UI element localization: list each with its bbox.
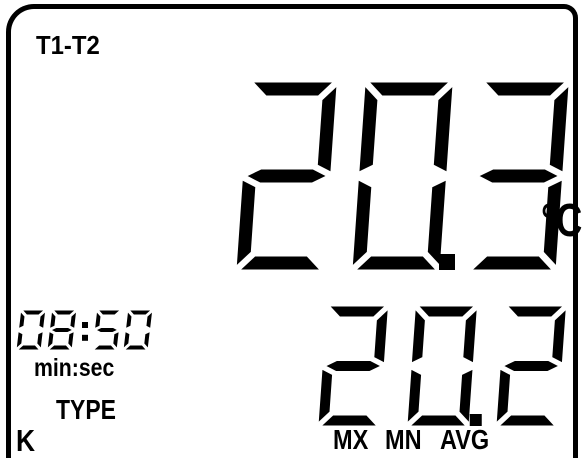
secondary-reading	[317, 305, 567, 427]
segment-d	[238, 255, 322, 271]
colon-dot	[82, 334, 88, 341]
segment-f	[93, 310, 102, 330]
segment-e	[406, 368, 423, 425]
segment-a	[251, 81, 335, 97]
segment-d	[354, 255, 438, 271]
decimal-point	[439, 254, 455, 270]
segment-c	[143, 330, 151, 350]
segment-g	[245, 168, 328, 184]
segment-a	[328, 305, 387, 318]
segment-c	[36, 330, 44, 350]
segment-d	[497, 414, 557, 427]
segment-a	[21, 309, 46, 316]
digit-0	[406, 305, 478, 427]
segment-b	[548, 84, 570, 173]
timer-unit-label: min:sec	[34, 354, 115, 382]
segment-a	[417, 305, 476, 318]
digit-0	[351, 81, 454, 271]
timer-reading	[15, 309, 154, 351]
digit-5	[92, 309, 122, 351]
segment-d	[92, 344, 117, 351]
segment-d	[123, 344, 148, 351]
segment-e	[317, 368, 334, 425]
lcd-display: T1-T2 °C min:sec TYPE K MX MN AVG	[0, 0, 586, 458]
segment-f	[410, 307, 426, 364]
thermocouple-type-label: TYPE	[56, 394, 116, 425]
segment-g	[324, 360, 383, 372]
segment-d	[16, 344, 41, 351]
stat-label-avg: AVG	[440, 424, 490, 455]
segment-d	[47, 344, 72, 351]
segment-e	[495, 368, 512, 425]
digit-8	[46, 309, 78, 351]
segment-a	[52, 309, 77, 316]
segment-a	[128, 309, 153, 316]
stat-label-max: MX	[333, 424, 369, 455]
colon-dot	[82, 322, 88, 328]
digit-2	[235, 81, 338, 271]
temperature-unit: °C	[541, 194, 583, 246]
segment-b	[432, 84, 454, 173]
segment-f	[48, 310, 57, 330]
segment-e	[351, 179, 373, 268]
segment-b	[373, 307, 389, 364]
segment-a	[97, 309, 122, 316]
segment-g	[49, 327, 75, 333]
segment-b	[462, 307, 478, 364]
segment-digits	[15, 81, 570, 427]
segment-a	[367, 81, 451, 97]
primary-reading	[235, 81, 570, 271]
segment-c	[67, 330, 75, 350]
segment-f	[124, 310, 133, 330]
segment-g	[502, 360, 561, 372]
digit-0	[15, 309, 47, 351]
segment-e	[235, 179, 257, 268]
stat-label-min: MN	[385, 424, 422, 455]
segment-a	[483, 81, 567, 97]
segment-g	[94, 327, 120, 333]
digit-2	[317, 305, 389, 427]
segment-c	[112, 330, 120, 350]
segment-f	[17, 310, 26, 330]
segment-b	[316, 84, 338, 173]
digit-2	[495, 305, 567, 427]
thermocouple-type-value: K	[16, 423, 36, 458]
mode-label: T1-T2	[36, 30, 100, 60]
segment-a	[506, 305, 565, 318]
segment-g	[477, 168, 560, 184]
segment-c	[426, 179, 447, 268]
digit-0	[122, 309, 154, 351]
segment-f	[358, 84, 379, 173]
segment-b	[551, 307, 567, 364]
segment-d	[470, 255, 554, 271]
